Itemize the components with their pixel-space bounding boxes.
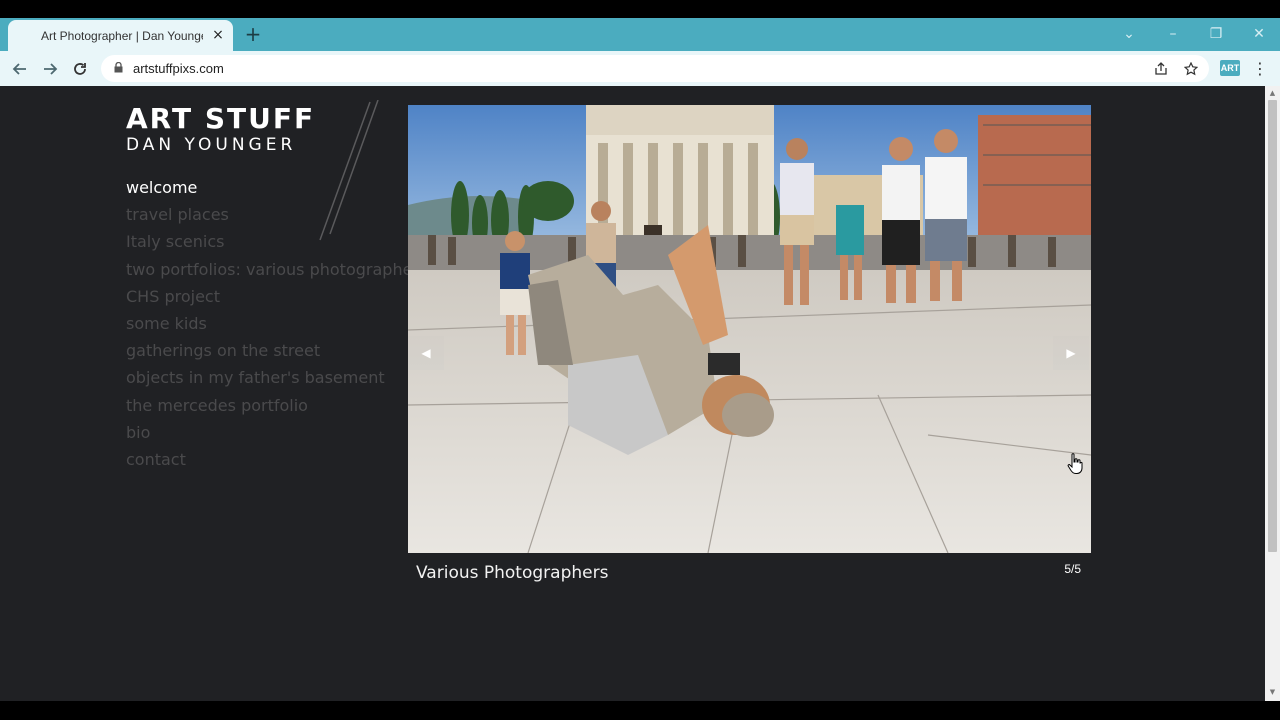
nav-item-contact[interactable]: contact xyxy=(126,446,427,473)
restore-icon[interactable]: ❐ xyxy=(1206,25,1226,43)
minimize-icon[interactable]: – xyxy=(1163,25,1183,43)
scroll-up-icon[interactable]: ▲ xyxy=(1268,89,1277,98)
reload-button[interactable] xyxy=(69,58,91,80)
new-tab-button[interactable]: + xyxy=(243,24,263,45)
browser-tab[interactable]: Art Photographer | Dan Younger × xyxy=(8,20,233,51)
tab-strip: Art Photographer | Dan Younger × + ⌄ – ❐… xyxy=(0,18,1280,51)
address-bar[interactable]: artstuffpixs.com xyxy=(101,55,1209,82)
logo-title: ART STUFF xyxy=(126,102,316,135)
slide-caption-bar: Various Photographers 5/5 xyxy=(408,553,1091,591)
nav-item-travel-places[interactable]: travel places xyxy=(126,201,427,228)
previous-slide-button[interactable]: ◀ xyxy=(408,336,444,370)
back-arrow-icon xyxy=(12,63,26,75)
tab-close-icon[interactable]: × xyxy=(211,28,225,42)
slideshow-photo[interactable] xyxy=(408,105,1091,553)
logo-subtitle: DAN YOUNGER xyxy=(126,135,297,155)
slide-counter: 5/5 xyxy=(1064,562,1081,576)
share-icon[interactable] xyxy=(1151,59,1171,79)
tab-search-icon[interactable]: ⌄ xyxy=(1119,25,1139,43)
screen-top-edge xyxy=(0,0,1280,18)
forward-button[interactable] xyxy=(39,58,61,80)
nav-item-bio[interactable]: bio xyxy=(126,419,427,446)
nav-item-welcome[interactable]: welcome xyxy=(126,174,427,201)
site-logo[interactable]: ART STUFF DAN YOUNGER xyxy=(126,102,316,156)
hand-pointer-cursor-icon xyxy=(1067,453,1083,474)
nav-item-gatherings[interactable]: gatherings on the street xyxy=(126,337,427,364)
close-window-icon[interactable]: ✕ xyxy=(1249,25,1269,43)
browser-menu-icon[interactable]: ⋮ xyxy=(1250,58,1270,80)
web-page: ART STUFF DAN YOUNGER welcome travel pla… xyxy=(0,86,1265,701)
site-navigation: welcome travel places Italy scenics two … xyxy=(126,174,427,473)
photo-pisa-photographer xyxy=(408,105,1091,553)
nav-item-italy-scenics[interactable]: Italy scenics xyxy=(126,228,427,255)
nav-item-mercedes-portfolio[interactable]: the mercedes portfolio xyxy=(126,392,427,419)
screen-bottom-edge xyxy=(0,701,1280,720)
forward-arrow-icon xyxy=(44,63,58,75)
nav-item-some-kids[interactable]: some kids xyxy=(126,310,427,337)
scroll-down-icon[interactable]: ▼ xyxy=(1268,688,1277,697)
next-slide-button[interactable]: ▶ xyxy=(1053,336,1089,370)
page-scrollbar[interactable]: ▲ ▼ xyxy=(1265,86,1280,701)
lock-icon xyxy=(114,62,123,73)
browser-toolbar: artstuffpixs.com ART ⋮ xyxy=(0,51,1280,86)
nav-item-two-portfolios[interactable]: two portfolios: various photographers xyxy=(126,256,427,283)
url-text: artstuffpixs.com xyxy=(133,61,224,76)
extension-icon[interactable]: ART xyxy=(1220,60,1240,76)
back-button[interactable] xyxy=(9,58,31,80)
reload-icon xyxy=(74,63,86,75)
nav-item-chs-project[interactable]: CHS project xyxy=(126,283,427,310)
bookmark-star-icon[interactable] xyxy=(1181,59,1201,79)
tab-title: Art Photographer | Dan Younger xyxy=(41,28,203,43)
slide-caption: Various Photographers xyxy=(416,563,609,583)
nav-item-objects-basement[interactable]: objects in my father's basement xyxy=(126,364,427,391)
scrollbar-thumb[interactable] xyxy=(1268,100,1277,552)
